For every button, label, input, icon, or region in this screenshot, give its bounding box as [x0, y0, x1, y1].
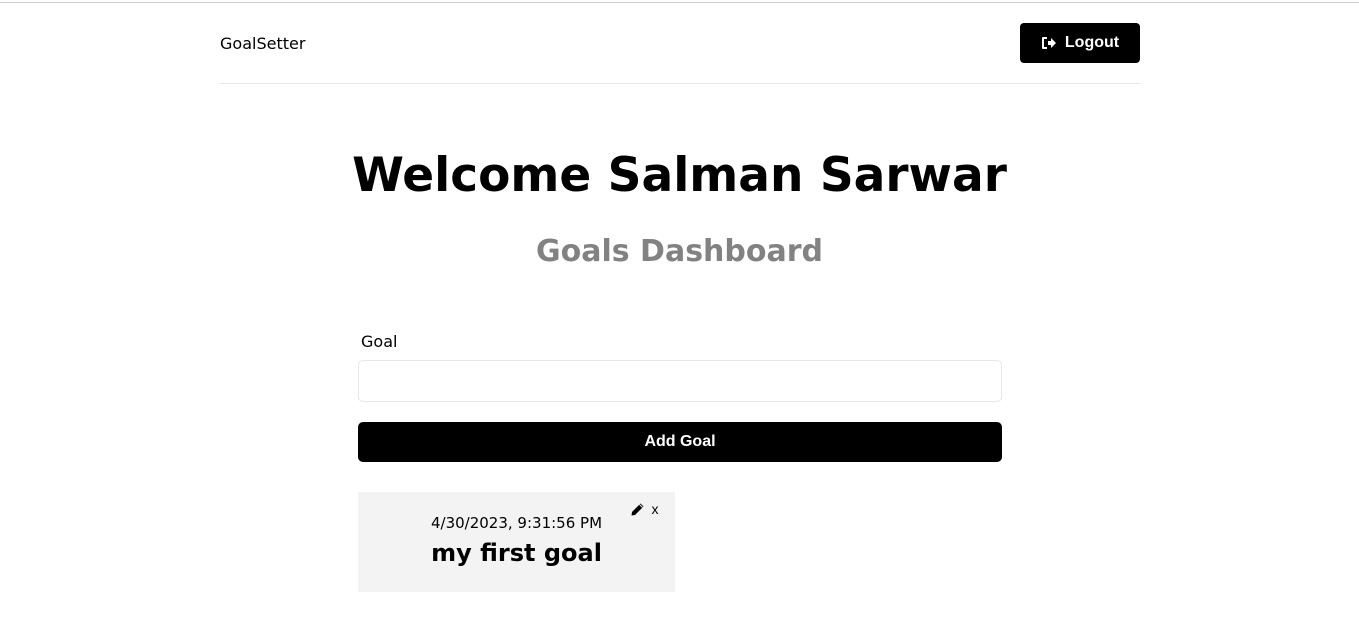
- page-title: Welcome Salman Sarwar: [352, 148, 1007, 203]
- page-subtitle: Goals Dashboard: [535, 234, 824, 269]
- goal-card: 4/30/2023, 9:31:56 PM my first goal x: [358, 492, 675, 592]
- goal-text: my first goal: [431, 539, 602, 567]
- goal-date: 4/30/2023, 9:31:56 PM: [430, 514, 603, 532]
- pencil-icon[interactable]: [629, 501, 645, 517]
- goal-input[interactable]: [358, 360, 1002, 402]
- add-goal-button[interactable]: Add Goal: [358, 422, 1002, 462]
- site-header: GoalSetter Logout: [220, 3, 1140, 84]
- delete-goal-button[interactable]: x: [649, 500, 661, 518]
- logout-button[interactable]: Logout: [1020, 23, 1140, 63]
- brand-logo-link[interactable]: GoalSetter: [220, 34, 305, 53]
- logout-label: Logout: [1064, 34, 1120, 51]
- goal-field-label: Goal: [361, 332, 398, 351]
- sign-out-icon: [1041, 36, 1057, 50]
